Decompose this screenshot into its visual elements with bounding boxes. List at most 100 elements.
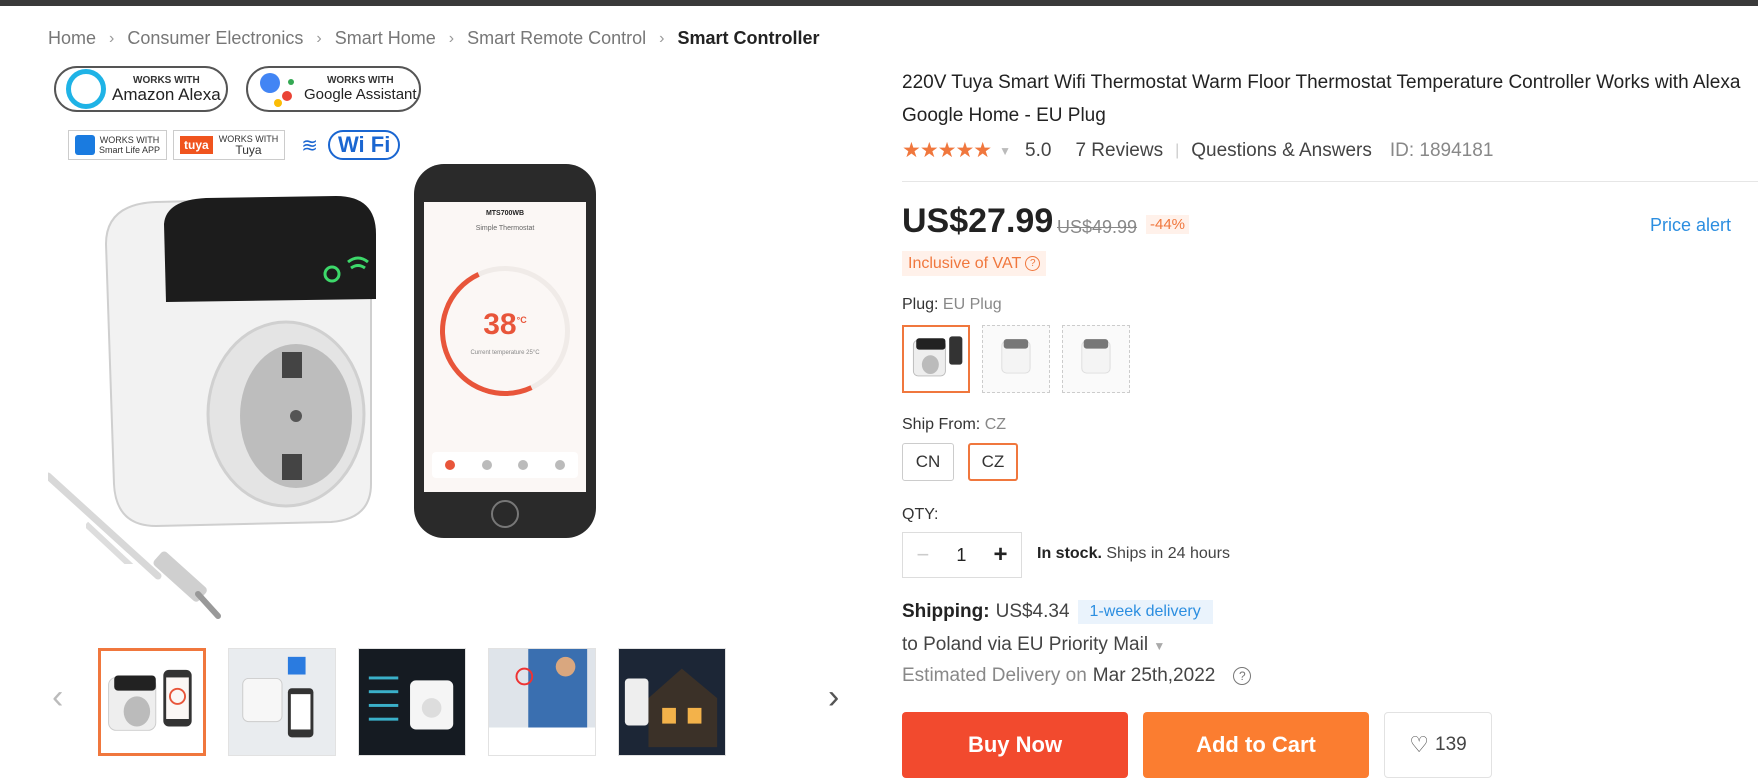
thumbnail-image: [229, 649, 335, 755]
plug-option-3[interactable]: [1062, 325, 1130, 393]
phone-app-title: MTS700WB: [485, 210, 525, 217]
ship-from-selected-value: CZ: [984, 416, 1007, 433]
thumbnail-image: [619, 649, 725, 755]
rating-value: 5.0: [1025, 139, 1052, 161]
product-title: 220V Tuya Smart Wifi Thermostat Warm Flo…: [902, 72, 1741, 126]
breadcrumb-smart-remote-control[interactable]: Smart Remote Control: [467, 28, 646, 49]
wifi-badge: Wi Fi: [327, 130, 401, 160]
plug-option-2[interactable]: [982, 325, 1050, 393]
thumbnail-2[interactable]: [228, 648, 336, 756]
badge-caption: WORKS WITH: [326, 74, 394, 86]
thumbnail-3[interactable]: [358, 648, 466, 756]
thumbnail-image: [101, 651, 203, 753]
heart-icon: ♡: [1409, 732, 1430, 757]
phone-nav-bar: [432, 452, 578, 478]
estimated-delivery: Estimated Delivery on Mar 25th,2022 ?: [902, 665, 1252, 687]
shipping-method-selector[interactable]: to Poland via EU Priority Mail ▼: [902, 634, 1165, 656]
breadcrumb-consumer-electronics[interactable]: Consumer Electronics: [127, 28, 303, 49]
smart-life-badge: WORKS WITH Smart Life APP: [68, 130, 168, 160]
caret-down-icon: ▼: [1153, 639, 1166, 653]
increase-qty-button[interactable]: +: [993, 541, 1007, 569]
caret-down-icon[interactable]: ▼: [999, 144, 1011, 158]
help-icon[interactable]: ?: [1233, 667, 1252, 685]
qty-label: QTY:: [902, 506, 939, 523]
separator: |: [1175, 141, 1180, 159]
estimated-delivery-label: Estimated Delivery on: [902, 665, 1087, 686]
smart-life-icon: [75, 135, 95, 155]
add-to-cart-button[interactable]: Add to Cart: [1143, 712, 1369, 778]
estimated-delivery-date: Mar 25th,2022: [1092, 665, 1216, 686]
chevron-right-icon: ›: [316, 29, 322, 47]
ships-in-text: Ships in 24 hours: [1106, 545, 1230, 562]
vat-badge: Inclusive of VAT ?: [902, 251, 1047, 276]
price-alert-link[interactable]: Price alert: [1650, 215, 1731, 236]
original-price: US$49.99: [1057, 217, 1138, 237]
star-rating-icon[interactable]: ★★★★★: [902, 138, 992, 163]
reviews-link[interactable]: 7 Reviews: [1075, 140, 1163, 162]
wifi-icon: ≋: [301, 134, 318, 157]
chevron-right-icon: ›: [448, 29, 455, 47]
breadcrumb-current: Smart Controller: [677, 28, 820, 48]
badge-title: Google Assistant: [304, 85, 417, 103]
current-price: US$27.99: [902, 202, 1054, 240]
phone-app-subtitle: Simple Thermostat: [475, 225, 535, 232]
wishlist-count: 139: [1435, 734, 1467, 755]
discount-badge: -44%: [1146, 215, 1190, 234]
thumbnail-4[interactable]: [488, 648, 596, 756]
ship-from-option-cn[interactable]: CN: [902, 443, 954, 481]
plug-label-text: Plug:: [902, 296, 939, 313]
top-bar: [0, 0, 1758, 6]
plug-variant-image: [904, 327, 968, 391]
badge-caption: WORKS WITH: [133, 74, 200, 86]
tuya-badge: tuya WORKS WITH Tuya: [173, 130, 286, 160]
plug-option-eu[interactable]: [902, 325, 970, 393]
shipping-row: Shipping: US$4.34 1-week delivery: [902, 600, 1213, 624]
badge-caption: WORKS WITH: [99, 135, 160, 145]
stock-status: In stock. Ships in 24 hours: [1037, 545, 1230, 563]
app-badges: WORKS WITH Smart Life APP tuya WORKS WIT…: [68, 130, 401, 160]
plug-variant-image: [1081, 339, 1111, 374]
chevron-left-icon[interactable]: ‹: [52, 678, 63, 717]
questions-answers-link[interactable]: Questions & Answers: [1191, 140, 1372, 162]
quantity-stepper: − 1 +: [902, 532, 1022, 578]
chevron-right-icon[interactable]: ›: [828, 678, 839, 717]
temp-value: 38: [483, 308, 517, 341]
breadcrumb-home[interactable]: Home: [48, 28, 96, 49]
current-temp-label: Current temperature 25°C: [470, 350, 540, 356]
ship-from-option-cz[interactable]: CZ: [968, 443, 1018, 481]
google-assistant-badge: WORKS WITH Google Assistant: [246, 66, 421, 112]
plug-selected-value: EU Plug: [942, 296, 1002, 313]
product-id: ID: 1894181: [1389, 139, 1494, 161]
decrease-qty-button[interactable]: −: [917, 542, 930, 568]
chevron-right-icon: ›: [659, 29, 665, 47]
badge-title: Tuya: [235, 142, 262, 157]
thumbnail-1[interactable]: [98, 648, 206, 756]
phone-illustration: MTS700WB Simple Thermostat 38°C Current …: [414, 164, 596, 538]
phone-home-button: [491, 500, 519, 528]
main-product-image[interactable]: WORKS WITH Amazon Alexa WORKS WITH Googl…: [48, 66, 608, 636]
tuya-logo: tuya: [180, 136, 213, 154]
breadcrumb-smart-home[interactable]: Smart Home: [335, 28, 436, 49]
chevron-right-icon: ›: [109, 29, 115, 47]
temperature-probe-illustration: [48, 472, 221, 619]
google-assistant-icon: [258, 69, 298, 109]
ship-from-label-text: Ship From:: [902, 416, 981, 433]
thumbnail-image: [359, 649, 465, 755]
buy-now-button[interactable]: Buy Now: [902, 712, 1128, 778]
delivery-time-badge: 1-week delivery: [1077, 600, 1213, 624]
phone-screen: MTS700WB Simple Thermostat 38°C Current …: [421, 202, 589, 492]
help-icon[interactable]: ?: [1025, 256, 1041, 271]
quantity-input[interactable]: 1: [956, 545, 966, 566]
rating-row: ★★★★★ ▼ 5.0 7 Reviews | Questions & Answ…: [902, 138, 1493, 163]
vat-label: Inclusive of VAT: [908, 254, 1022, 272]
shipping-route: to Poland via EU Priority Mail: [902, 634, 1149, 655]
badge-title: Amazon Alexa: [112, 84, 221, 104]
thermostat-temp: 38°C: [424, 308, 586, 342]
thumbnail-5[interactable]: [618, 648, 726, 756]
alexa-icon: [66, 69, 106, 109]
plug-label: Plug: EU Plug: [902, 296, 1002, 314]
wishlist-button[interactable]: ♡ 139: [1384, 712, 1492, 778]
divider: [902, 181, 1758, 182]
alexa-badge: WORKS WITH Amazon Alexa: [54, 66, 228, 112]
thumbnail-image: [489, 649, 595, 755]
